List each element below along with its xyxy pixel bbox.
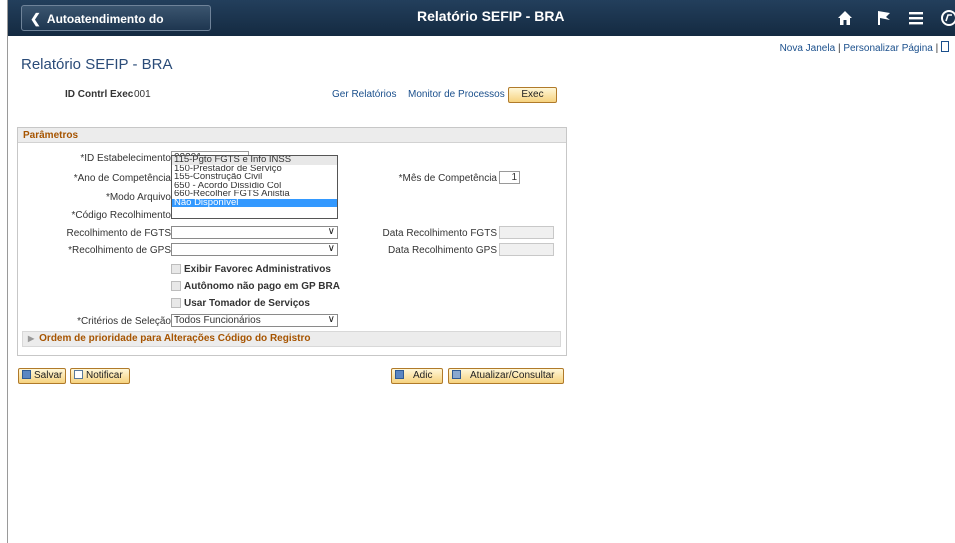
tomador-checkbox-label: Usar Tomador de Serviços <box>184 298 310 309</box>
link-separator: | <box>837 43 841 54</box>
save-icon <box>22 370 31 379</box>
header-bar: ❮ Autoatendimento do Gerente Relatório SE… <box>8 0 955 52</box>
file-mode-label: *Modo Arquivo <box>105 192 171 203</box>
process-monitor-link[interactable]: Monitor de Processos <box>408 89 505 100</box>
establishment-label: *ID Estabelecimento <box>80 153 171 164</box>
grid-icon[interactable] <box>941 41 949 52</box>
page-title: Relatório SEFIP - BRA <box>21 56 173 73</box>
run-button[interactable]: Exec <box>508 87 557 103</box>
expand-triangle-icon: ▶ <box>28 334 35 343</box>
priority-section-header[interactable]: ▶ Ordem de prioridade para Alterações Cód… <box>22 331 561 347</box>
dropdown-option[interactable]: 155-Construção Civil <box>172 173 337 182</box>
link-separator-2: | <box>935 43 939 54</box>
month-input[interactable]: 1 <box>499 171 520 184</box>
header-title: Relatório SEFIP - BRA <box>417 8 565 24</box>
run-control-label: ID Contrl Exec <box>65 89 134 100</box>
home-icon[interactable] <box>836 9 854 31</box>
chevron-down-icon: ∨ <box>327 243 335 254</box>
new-window-link[interactable]: Nova Janela <box>780 43 836 54</box>
fgts-label: Recolhimento de FGTS <box>66 228 172 239</box>
admin-checkbox[interactable] <box>171 264 181 274</box>
tomador-checkbox[interactable] <box>171 298 181 308</box>
criteria-select-value: Todos Funcionários <box>174 315 261 326</box>
priority-section-label: Ordem de prioridade para Alterações Códi… <box>39 333 311 344</box>
dropdown-option-selected[interactable]: Não Disponível <box>172 198 337 207</box>
gps-select[interactable]: ∨ <box>171 243 338 256</box>
notify-icon <box>74 370 83 379</box>
update-button-label: Atualizar/Consultar <box>470 370 555 381</box>
top-links: Nova Janela | Personalizar Página | <box>780 41 949 54</box>
month-label: *Mês de Competência <box>398 173 497 184</box>
parameters-header: Parâmetros <box>18 128 566 143</box>
chevron-left-icon: ❮ <box>30 11 41 26</box>
notify-button[interactable]: Notificar <box>70 368 130 384</box>
report-manager-link[interactable]: Ger Relatórios <box>332 89 396 100</box>
gps-date-input <box>499 243 554 256</box>
notify-button-label: Notificar <box>86 370 123 381</box>
criteria-select[interactable]: Todos Funcionários ∨ <box>171 314 338 327</box>
gps-label: *Recolhimento de GPS <box>68 245 171 256</box>
autonomo-checkbox[interactable] <box>171 281 181 291</box>
personalize-page-link[interactable]: Personalizar Página <box>843 43 933 54</box>
fgts-date-label: Data Recolhimento FGTS <box>382 228 498 239</box>
run-control-value: 001 <box>134 89 151 100</box>
save-button-label: Salvar <box>34 370 63 381</box>
add-button-label: Adic <box>413 370 433 381</box>
chevron-down-icon: ∨ <box>327 226 335 237</box>
admin-checkbox-label: Exibir Favorec Administrativos <box>184 264 331 275</box>
year-label: *Ano de Competência <box>73 173 171 184</box>
autonomo-checkbox-label: Autônomo não pago em GP BRA <box>184 281 340 292</box>
navbar-icon[interactable] <box>940 9 955 31</box>
chevron-down-icon: ∨ <box>327 314 335 325</box>
collection-code-dropdown[interactable]: 115-Pgto FGTS e Info INSS 150-Prestador … <box>171 155 338 219</box>
back-button[interactable]: ❮ Autoatendimento do Gerente <box>21 5 211 52</box>
dropdown-option[interactable]: 115-Pgto FGTS e Info INSS <box>172 156 337 165</box>
save-button[interactable]: Salvar <box>18 368 66 384</box>
flag-icon[interactable] <box>875 9 893 31</box>
fgts-select[interactable]: ∨ <box>171 226 338 239</box>
criteria-label: *Critérios de Seleção <box>77 316 171 327</box>
dropdown-option[interactable]: 660-Recolher FGTS Anistia <box>172 190 337 199</box>
add-icon <box>395 370 404 379</box>
fgts-date-input <box>499 226 554 239</box>
dropdown-option[interactable]: 150-Prestador de Serviço <box>172 165 337 174</box>
menu-icon[interactable] <box>908 9 924 31</box>
collection-code-label: *Código Recolhimento <box>71 210 171 221</box>
update-button[interactable]: Atualizar/Consultar <box>448 368 564 384</box>
gps-date-label: Data Recolhimento GPS <box>388 245 497 256</box>
refresh-icon <box>452 370 461 379</box>
dropdown-option[interactable]: 650 - Acordo Dissídio Col <box>172 182 337 191</box>
add-button[interactable]: Adic <box>391 368 443 384</box>
